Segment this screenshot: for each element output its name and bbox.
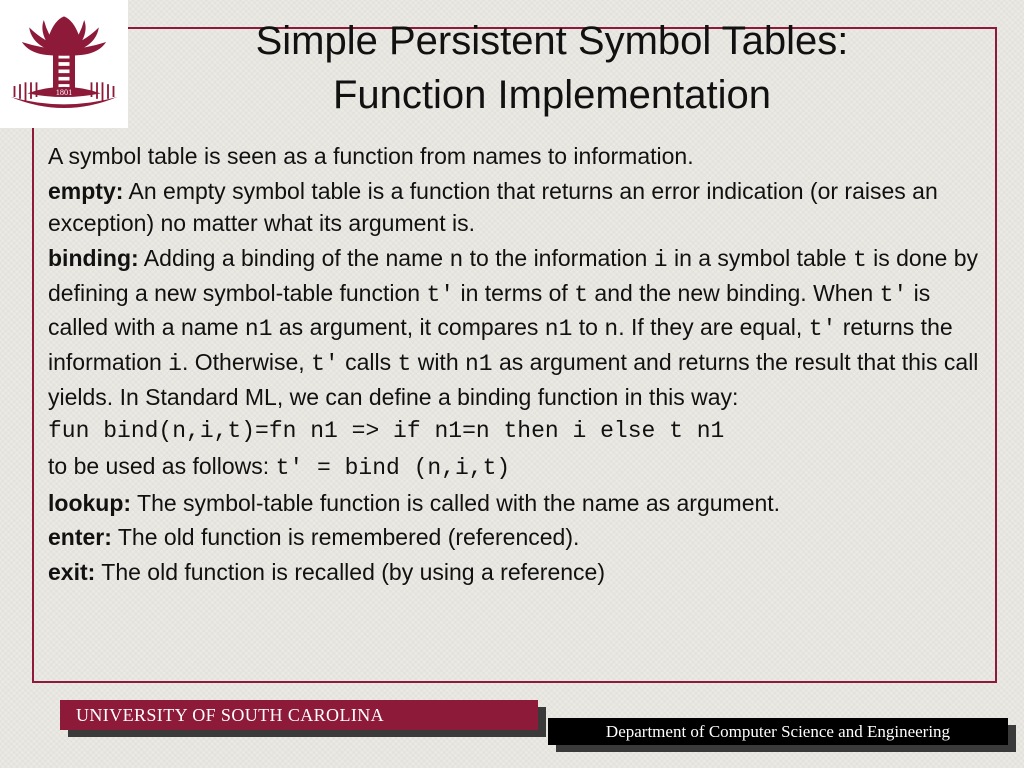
svg-text:1801: 1801 — [56, 88, 73, 97]
enter-label: enter: — [48, 524, 112, 550]
binding-label: binding: — [48, 245, 139, 271]
title-line-2: Function Implementation — [333, 73, 771, 117]
exit-item: exit: The old function is recalled (by u… — [48, 556, 984, 589]
title-line-1: Simple Persistent Symbol Tables: — [256, 19, 849, 63]
empty-text: An empty symbol table is a function that… — [48, 178, 938, 237]
code-line: fun bind(n,i,t)=fn n1 => if n1=n then i … — [48, 415, 984, 448]
usage-line: to be used as follows: t' = bind (n,i,t) — [48, 450, 984, 485]
binding-item: binding: Adding a binding of the name n … — [48, 242, 984, 413]
palmetto-tree-icon: 1801 — [9, 9, 119, 119]
empty-label: empty: — [48, 178, 123, 204]
exit-label: exit: — [48, 559, 95, 585]
lookup-item: lookup: The symbol-table function is cal… — [48, 487, 984, 520]
intro-text: A symbol table is seen as a function fro… — [48, 140, 984, 173]
empty-item: empty: An empty symbol table is a functi… — [48, 175, 984, 240]
enter-item: enter: The old function is remembered (r… — [48, 521, 984, 554]
lookup-label: lookup: — [48, 490, 131, 516]
university-logo: 1801 — [0, 0, 128, 128]
university-name: UNIVERSITY OF SOUTH CAROLINA — [76, 705, 384, 726]
footer-department: Department of Computer Science and Engin… — [548, 718, 1008, 745]
slide-body: A symbol table is seen as a function fro… — [48, 140, 984, 591]
department-name: Department of Computer Science and Engin… — [606, 722, 950, 742]
slide-title: Simple Persistent Symbol Tables: Functio… — [120, 14, 984, 122]
footer-university: UNIVERSITY OF SOUTH CAROLINA — [60, 700, 538, 730]
